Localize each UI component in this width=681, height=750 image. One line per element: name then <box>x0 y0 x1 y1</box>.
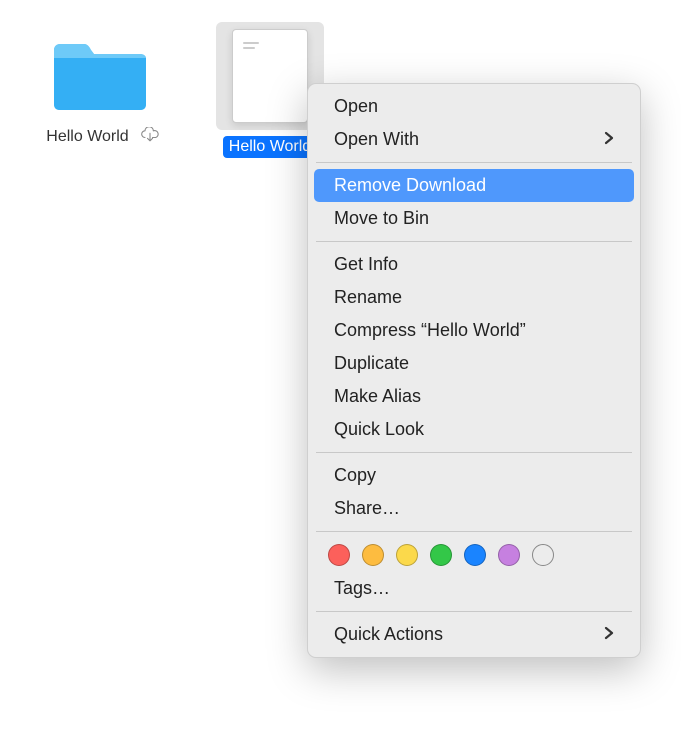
menu-item-duplicate[interactable]: Duplicate <box>314 347 634 380</box>
menu-separator <box>316 611 632 612</box>
menu-item-label: Quick Look <box>334 419 424 440</box>
tag-green[interactable] <box>430 544 452 566</box>
menu-item-make-alias[interactable]: Make Alias <box>314 380 634 413</box>
menu-item-label: Compress “Hello World” <box>334 320 526 341</box>
menu-separator <box>316 162 632 163</box>
desktop-area: Hello World Hello World Open <box>0 0 681 750</box>
menu-item-get-info[interactable]: Get Info <box>314 248 634 281</box>
menu-item-copy[interactable]: Copy <box>314 459 634 492</box>
menu-item-tags[interactable]: Tags… <box>314 572 634 605</box>
menu-item-label: Quick Actions <box>334 624 443 645</box>
tag-none[interactable] <box>532 544 554 566</box>
file-label: Hello World <box>40 126 134 148</box>
menu-separator <box>316 531 632 532</box>
menu-item-open[interactable]: Open <box>314 90 634 123</box>
file-item-folder[interactable]: Hello World <box>30 30 170 148</box>
file-label: Hello World <box>223 136 317 158</box>
menu-item-move-to-bin[interactable]: Move to Bin <box>314 202 634 235</box>
file-label-row: Hello World <box>223 136 317 158</box>
tag-red[interactable] <box>328 544 350 566</box>
tag-blue[interactable] <box>464 544 486 566</box>
menu-item-label: Copy <box>334 465 376 486</box>
menu-item-rename[interactable]: Rename <box>314 281 634 314</box>
menu-item-label: Rename <box>334 287 402 308</box>
menu-item-quick-actions[interactable]: Quick Actions <box>314 618 634 651</box>
menu-item-label: Make Alias <box>334 386 421 407</box>
menu-item-label: Remove Download <box>334 175 486 196</box>
menu-item-open-with[interactable]: Open With <box>314 123 634 156</box>
menu-item-label: Share… <box>334 498 400 519</box>
menu-item-compress[interactable]: Compress “Hello World” <box>314 314 634 347</box>
menu-item-share[interactable]: Share… <box>314 492 634 525</box>
menu-item-quick-look[interactable]: Quick Look <box>314 413 634 446</box>
menu-item-label: Duplicate <box>334 353 409 374</box>
menu-separator <box>316 452 632 453</box>
file-label-row: Hello World <box>40 126 159 148</box>
chevron-right-icon <box>604 624 614 645</box>
context-menu: Open Open With Remove Download Move to B… <box>307 83 641 658</box>
menu-item-label: Open <box>334 96 378 117</box>
chevron-right-icon <box>604 129 614 150</box>
tag-purple[interactable] <box>498 544 520 566</box>
menu-item-label: Get Info <box>334 254 398 275</box>
menu-item-label: Tags… <box>334 578 390 599</box>
tag-orange[interactable] <box>362 544 384 566</box>
menu-item-label: Move to Bin <box>334 208 429 229</box>
menu-item-label: Open With <box>334 129 419 150</box>
tag-color-row <box>308 538 640 572</box>
cloud-download-icon <box>140 127 160 148</box>
menu-item-remove-download[interactable]: Remove Download <box>314 169 634 202</box>
tag-yellow[interactable] <box>396 544 418 566</box>
folder-icon <box>50 30 150 120</box>
menu-separator <box>316 241 632 242</box>
